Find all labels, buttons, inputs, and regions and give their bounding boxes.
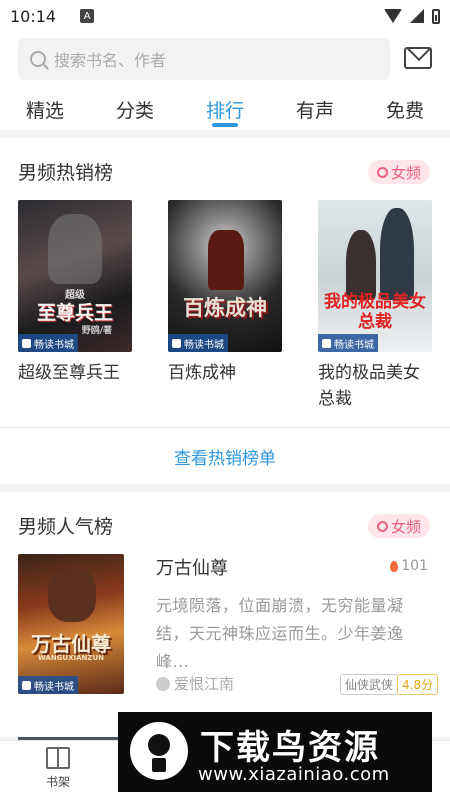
author-name: 爱恨江南 bbox=[174, 675, 235, 693]
brand-logo-icon bbox=[322, 338, 331, 348]
top-header: 搜索书名、作者 精选 分类 排行 有声 免费 bbox=[0, 32, 450, 130]
search-placeholder: 搜索书名、作者 bbox=[54, 51, 167, 70]
cover-brand-badge: 畅读书城 bbox=[168, 334, 228, 352]
status-time: 10:14 bbox=[10, 6, 57, 26]
hot-list-title: 男频热销榜 bbox=[18, 162, 114, 184]
popular-list-card: 男频人气榜 女频 万古仙尊 WANGUXIANZUN 畅读书城 万古仙尊 101… bbox=[0, 492, 450, 737]
female-channel-toggle[interactable]: 女频 bbox=[368, 514, 430, 538]
tab-audio[interactable]: 有声 bbox=[280, 96, 350, 123]
brand-logo-icon bbox=[22, 680, 31, 690]
cover-pinyin: WANGUXIANZUN bbox=[37, 654, 104, 662]
nav-bookshelf[interactable]: 书架 bbox=[40, 747, 76, 790]
cover-figure bbox=[380, 208, 414, 300]
watermark-title: 下载鸟资源 bbox=[200, 728, 380, 768]
hot-list-card: 男频热销榜 女频 超级 至尊兵王 野鸥/著 畅读书城 超级至尊兵王 百炼成神 畅… bbox=[0, 138, 450, 484]
category-tabs: 精选 分类 排行 有声 免费 bbox=[0, 92, 450, 130]
bird-logo-icon bbox=[130, 722, 188, 780]
tab-ranking[interactable]: 排行 bbox=[190, 96, 260, 123]
cover-figure bbox=[48, 214, 102, 284]
brand-label: 畅读书城 bbox=[34, 339, 74, 351]
search-bubble-icon bbox=[376, 166, 388, 178]
cover-figure bbox=[346, 230, 376, 300]
female-channel-label: 女频 bbox=[390, 163, 421, 182]
cover-figure bbox=[208, 230, 244, 290]
book-title[interactable]: 百炼成神 bbox=[168, 360, 298, 386]
brand-label: 畅读书城 bbox=[34, 681, 74, 693]
book-description: 元境陨落，位面崩溃，无穷能量凝结，天元神珠应运而生。少年姜逸峰... bbox=[156, 596, 404, 671]
brand-logo-icon bbox=[172, 338, 181, 348]
cover-main-title: 我的极品美女总裁 bbox=[324, 292, 426, 332]
brand-label: 畅读书城 bbox=[184, 339, 224, 351]
message-envelope-icon[interactable] bbox=[404, 47, 432, 69]
watermark-url: www.xiazainiao.com bbox=[198, 764, 390, 785]
tab-free[interactable]: 免费 bbox=[370, 96, 440, 123]
search-bubble-icon bbox=[376, 520, 388, 532]
book-cover[interactable]: 万古仙尊 WANGUXIANZUN 畅读书城 bbox=[18, 554, 124, 694]
book-cover[interactable]: 百炼成神 畅读书城 bbox=[168, 200, 282, 352]
cover-main-title: 万古仙尊 bbox=[31, 632, 111, 656]
female-channel-toggle[interactable]: 女频 bbox=[368, 160, 430, 184]
book-title[interactable]: 万古仙尊 bbox=[156, 554, 228, 580]
popularity-value: 101 bbox=[401, 558, 428, 574]
status-bar: 10:14 A bbox=[0, 0, 450, 32]
divider bbox=[0, 427, 450, 428]
popular-list-title: 男频人气榜 bbox=[18, 516, 114, 538]
search-input[interactable]: 搜索书名、作者 bbox=[18, 38, 390, 80]
user-icon bbox=[156, 676, 170, 691]
popularity-count: 101 bbox=[390, 558, 428, 574]
cover-figure bbox=[48, 568, 96, 622]
book-title[interactable]: 我的极品美女总裁 bbox=[318, 360, 432, 412]
book-title[interactable]: 超级至尊兵王 bbox=[18, 360, 148, 386]
tab-featured[interactable]: 精选 bbox=[10, 96, 80, 123]
search-icon bbox=[30, 51, 46, 67]
book-author: 爱恨江南 bbox=[156, 673, 234, 694]
book-cover[interactable]: 超级 至尊兵王 野鸥/著 畅读书城 bbox=[18, 200, 132, 352]
wifi-icon bbox=[384, 9, 402, 23]
female-channel-label: 女频 bbox=[390, 517, 421, 536]
status-icons bbox=[384, 8, 440, 24]
view-hot-list-link[interactable]: 查看热销榜单 bbox=[0, 444, 450, 469]
watermark-banner: 下载鸟资源 www.xiazainiao.com bbox=[118, 712, 432, 792]
brand-logo-icon bbox=[22, 338, 31, 348]
active-tab-indicator bbox=[212, 123, 238, 127]
tab-category[interactable]: 分类 bbox=[100, 96, 170, 123]
genre-tag: 仙侠武侠 bbox=[340, 674, 399, 695]
cover-brand-badge: 畅读书城 bbox=[318, 334, 378, 352]
battery-icon bbox=[432, 8, 440, 24]
cover-brand-badge: 畅读书城 bbox=[18, 676, 78, 694]
cover-brand-badge: 畅读书城 bbox=[18, 334, 78, 352]
signal-icon bbox=[410, 9, 424, 23]
book-cover[interactable]: 我的极品美女总裁 畅读书城 bbox=[318, 200, 432, 352]
nav-bookshelf-label: 书架 bbox=[45, 775, 70, 789]
brand-label: 畅读书城 bbox=[334, 339, 374, 351]
cover-main-title: 百炼成神 bbox=[183, 296, 267, 320]
book-icon bbox=[46, 747, 70, 769]
notification-a-icon: A bbox=[80, 9, 95, 23]
score-tag: 4.8分 bbox=[397, 674, 439, 695]
cover-main-title: 至尊兵王 bbox=[36, 302, 113, 324]
flame-icon bbox=[390, 560, 399, 572]
